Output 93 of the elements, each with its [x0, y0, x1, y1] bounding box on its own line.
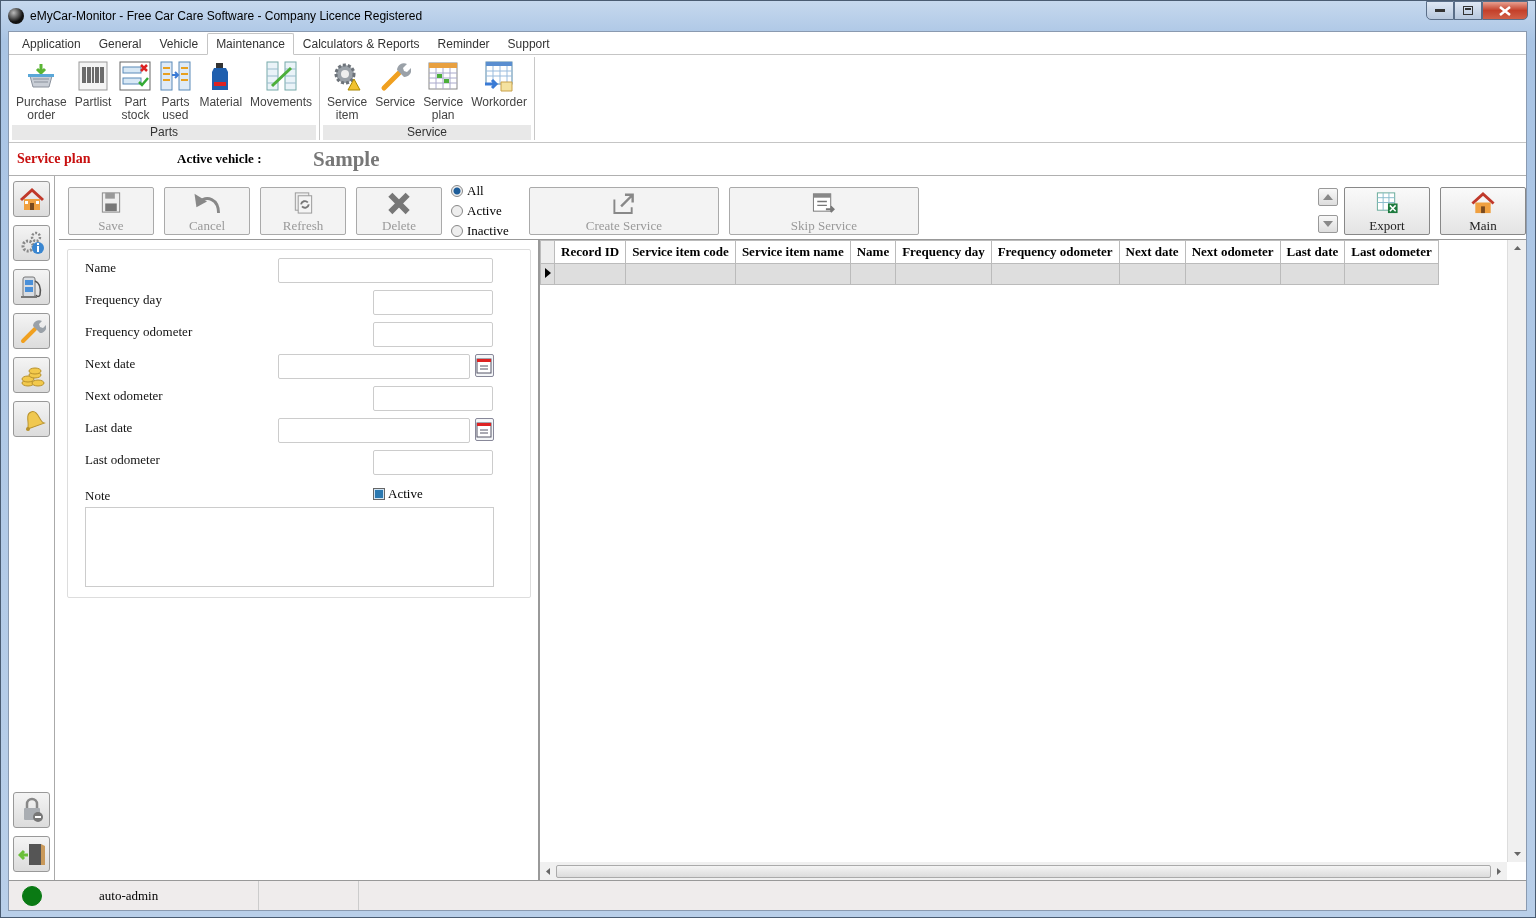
group-label: Service: [323, 125, 531, 140]
down-triangle-icon: [1323, 221, 1333, 227]
app-logo-icon: [8, 8, 24, 24]
scroll-up-icon: [1513, 246, 1521, 250]
field-label: Frequency day: [85, 292, 163, 308]
house-icon: [1469, 190, 1497, 215]
checklist-icon: [119, 60, 152, 92]
scroll-left-icon: [546, 867, 550, 875]
filter-radio[interactable]: Inactive: [451, 222, 509, 239]
ribbon-button[interactable]: Purchase order: [12, 57, 71, 125]
sidebar-button[interactable]: [13, 792, 50, 828]
ribbon-button[interactable]: Parts used: [155, 57, 196, 125]
restore-icon: [1463, 6, 1473, 15]
column-header[interactable]: Last date: [1280, 240, 1345, 264]
move-down-button[interactable]: [1318, 215, 1338, 233]
current-row-indicator-icon: [544, 268, 551, 278]
ribbon-button[interactable]: Service plan: [419, 57, 468, 125]
field-label: Last date: [85, 420, 134, 436]
ribbon-tab[interactable]: Calculators & Reports: [293, 33, 429, 55]
sidebar-button[interactable]: [13, 181, 50, 217]
grid-chart-icon: [265, 60, 298, 92]
field-label: Note: [85, 487, 112, 504]
active-vehicle-name: Sample: [313, 146, 380, 172]
calendar-button[interactable]: [474, 354, 494, 377]
sidebar-button[interactable]: [13, 836, 50, 872]
field-label: Next odometer: [85, 388, 164, 404]
maximize-button[interactable]: [1454, 1, 1482, 20]
ribbon-button[interactable]: Workorder: [467, 57, 531, 125]
column-header[interactable]: Service item code: [625, 240, 736, 264]
active-checkbox[interactable]: Active: [373, 485, 423, 502]
vertical-scrollbar[interactable]: [1507, 240, 1526, 862]
field-label: Name: [85, 260, 118, 276]
calendar-icon: [476, 421, 493, 438]
ribbon-tab[interactable]: Support: [498, 33, 559, 55]
column-header[interactable]: Last odometer: [1344, 240, 1439, 264]
close-button[interactable]: [1482, 1, 1528, 20]
scroll-down-icon: [1513, 852, 1521, 856]
column-header[interactable]: Frequency odometer: [991, 240, 1120, 264]
note-field[interactable]: [85, 507, 494, 587]
sidebar-button[interactable]: [13, 269, 50, 305]
input-field[interactable]: [278, 258, 493, 283]
input-field[interactable]: [373, 386, 493, 411]
toolbar-button[interactable]: Export: [1344, 187, 1430, 235]
calendar-button[interactable]: [474, 418, 494, 441]
move-up-button[interactable]: [1318, 188, 1338, 206]
minimize-button[interactable]: [1426, 1, 1454, 20]
filter-radio[interactable]: Active: [451, 202, 509, 219]
calendar-icon: [476, 357, 493, 374]
input-field[interactable]: [373, 290, 493, 315]
window-title: eMyCar-Monitor - Free Car Care Software - Company Licence Registered: [30, 9, 423, 23]
ribbon-tab[interactable]: Application: [13, 33, 90, 55]
field-label: Next date: [85, 356, 137, 372]
ribbon-button[interactable]: Movements: [246, 57, 317, 125]
house-icon: [17, 185, 46, 213]
column-header[interactable]: Next date: [1119, 240, 1186, 264]
column-header[interactable]: Service item name: [735, 240, 851, 264]
field-label: Frequency odometer: [85, 324, 194, 340]
calendar-arrow-icon: [483, 60, 516, 92]
date-field[interactable]: [278, 418, 470, 443]
list-arrow-icon: [159, 60, 192, 92]
wrench-icon: [379, 60, 412, 92]
ribbon-button[interactable]: Material: [195, 57, 247, 125]
scroll-right-icon: [1497, 867, 1501, 875]
ribbon-tab[interactable]: Reminder: [428, 33, 499, 55]
page-title: Service plan: [17, 151, 92, 167]
filter-radio[interactable]: All: [451, 182, 509, 199]
column-header[interactable]: Next odometer: [1185, 240, 1281, 264]
ribbon-button[interactable]: Part stock: [115, 57, 156, 125]
group-label: Parts: [12, 125, 317, 140]
sidebar-button[interactable]: [13, 225, 50, 261]
active-vehicle-label: Active vehicle :: [177, 151, 263, 167]
minimize-icon: [1435, 8, 1445, 13]
horizontal-scrollbar[interactable]: [540, 862, 1507, 880]
toolbar-button[interactable]: Main: [1440, 187, 1526, 235]
ribbon-button[interactable]: Service: [371, 57, 420, 125]
column-header[interactable]: Record ID: [554, 240, 626, 264]
ribbon-button[interactable]: Service item: [323, 57, 372, 125]
up-triangle-icon: [1323, 194, 1333, 200]
ribbon-tab[interactable]: Maintenance: [207, 33, 294, 55]
ribbon-tab[interactable]: Vehicle: [150, 33, 208, 55]
close-icon: [1499, 5, 1511, 16]
calendar-grid-icon: [427, 60, 460, 92]
barcode-icon: [77, 60, 110, 92]
column-header[interactable]: Frequency day: [895, 240, 992, 264]
ribbon-button[interactable]: Partlist: [70, 57, 116, 125]
user-name: auto-admin: [99, 887, 159, 904]
input-field[interactable]: [373, 322, 493, 347]
date-field[interactable]: [278, 354, 470, 379]
field-label: Last odometer: [85, 452, 161, 468]
ribbon-tab[interactable]: General: [89, 33, 151, 55]
scrollbar-thumb[interactable]: [556, 864, 1491, 878]
input-field[interactable]: [373, 450, 493, 475]
column-header[interactable]: Name: [850, 240, 896, 264]
